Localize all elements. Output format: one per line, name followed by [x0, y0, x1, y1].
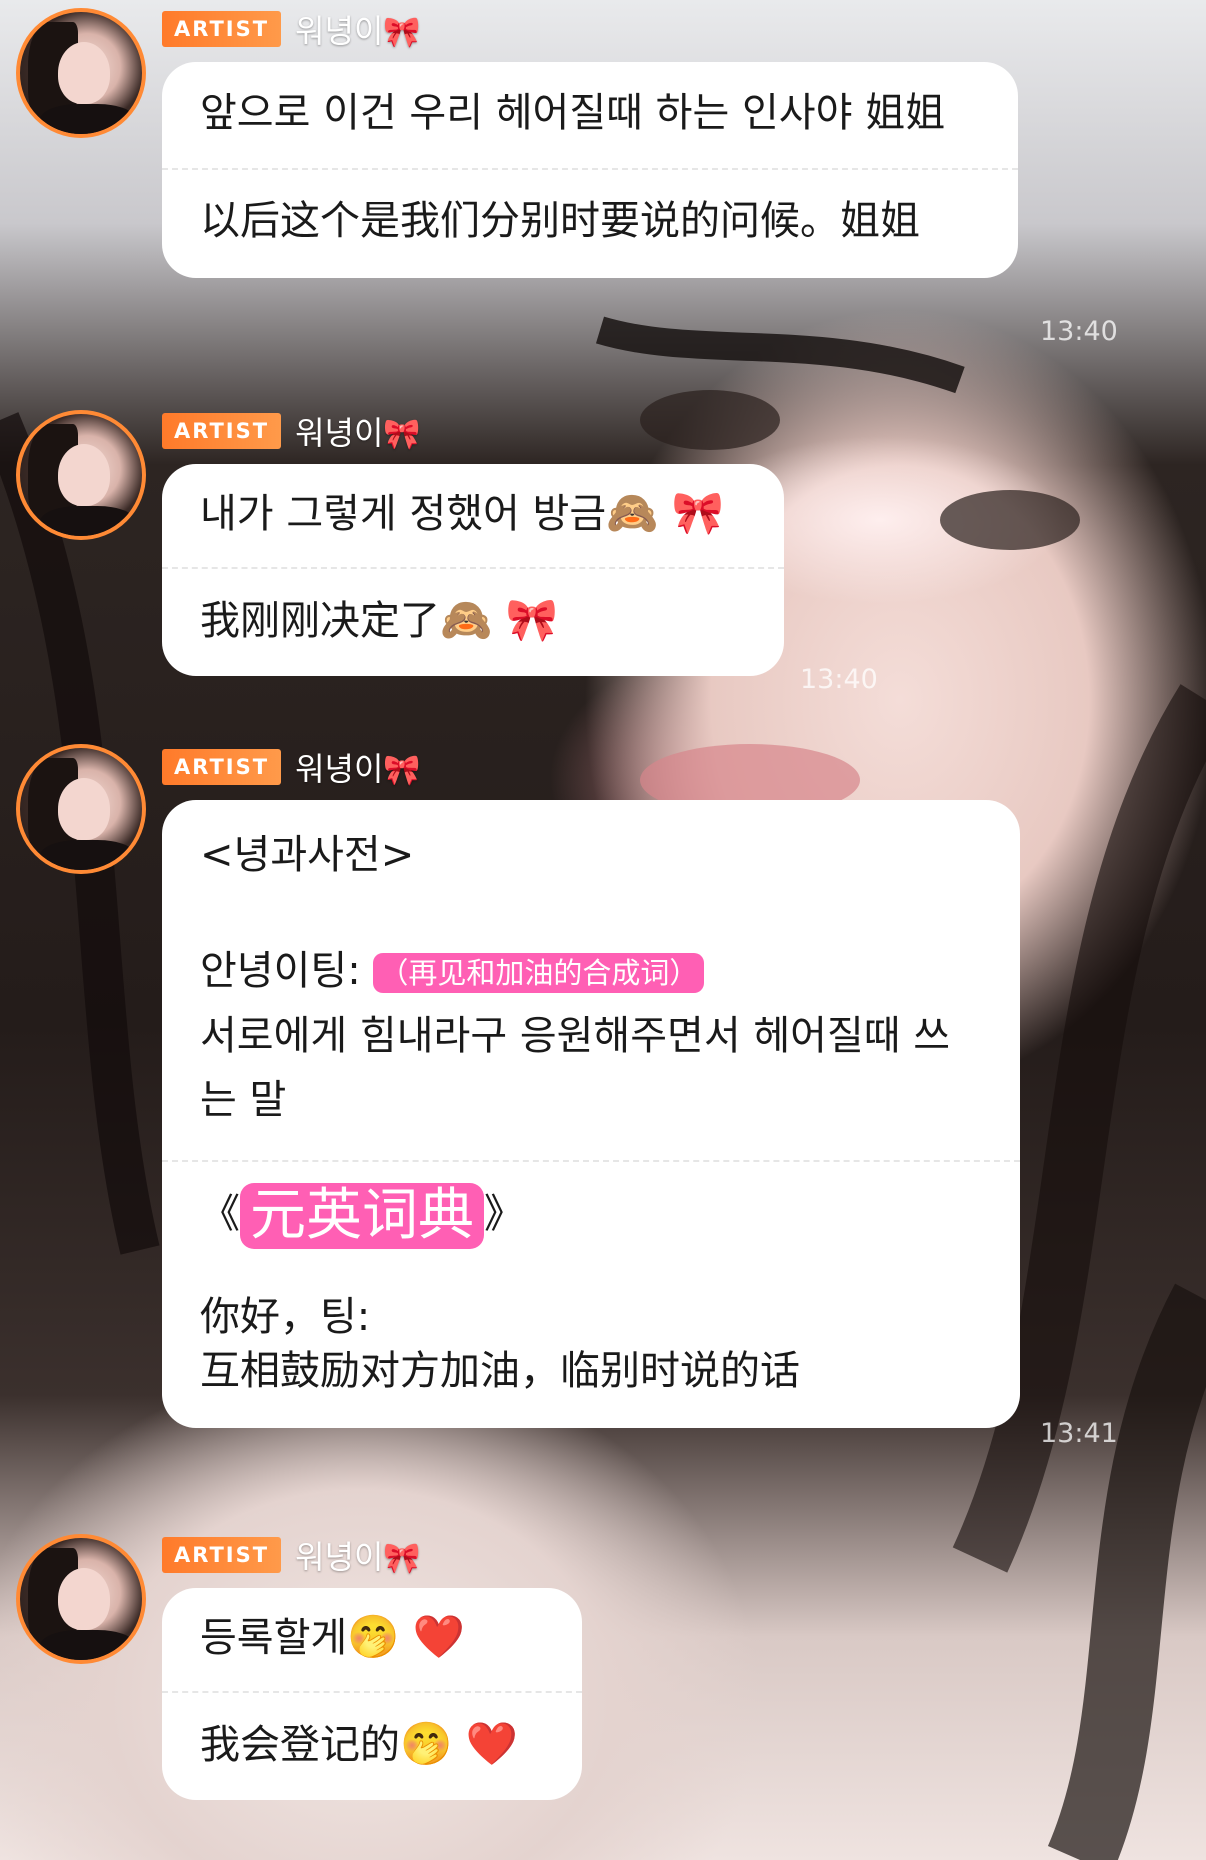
message-chinese: 以后这个是我们分别时要说的问候。姐姐	[200, 198, 920, 244]
artist-badge: ARTIST	[162, 1537, 282, 1573]
message-chinese: 我刚刚决定了🙈 🎀	[200, 595, 558, 644]
message-bubble[interactable]: <녕과사전> 안녕이팅: （再见和加油的合成词） 서로에게 힘내라구 응원해주면…	[162, 800, 1020, 1428]
message-korean: 등록할게🤭 ❤️	[200, 1612, 466, 1661]
cn-dictionary-title: 《元英词典》	[200, 1183, 524, 1249]
bow-icon: 🎀	[383, 753, 421, 788]
cn-dictionary-definition: 互相鼓励对方加油，临别时说的话	[200, 1348, 800, 1394]
bow-icon: 🎀	[383, 1541, 421, 1576]
giggle-heart-emoji-icon: 🤭 ❤️	[347, 1612, 466, 1661]
message-bubble[interactable]: 앞으로 이건 우리 헤어질때 하는 인사야 姐姐 以后这个是我们分别时要说的问候…	[162, 62, 1018, 278]
bow-icon: 🎀	[383, 15, 421, 50]
message-header: ARTIST 워녕이🎀	[162, 408, 421, 454]
message-time: 13:40	[800, 664, 878, 695]
giggle-heart-emoji-icon: 🤭 ❤️	[400, 1719, 518, 1768]
message-chinese: 我会登记的🤭 ❤️	[200, 1719, 518, 1768]
dictionary-title: <녕과사전>	[200, 832, 415, 878]
artist-badge: ARTIST	[162, 749, 282, 785]
dictionary-chinese-section: 《元英词典》 你好，팅: 互相鼓励对方加油，临别时说的话	[200, 1162, 982, 1428]
message-bubble[interactable]: 등록할게🤭 ❤️ 我会登记的🤭 ❤️	[162, 1588, 582, 1800]
artist-avatar[interactable]	[16, 744, 146, 874]
artist-avatar[interactable]	[16, 410, 146, 540]
artist-avatar[interactable]	[16, 1534, 146, 1664]
message-header: ARTIST 워녕이🎀	[162, 6, 421, 52]
message-time: 13:40	[1040, 316, 1118, 347]
monkey-bow-emoji-icon: 🙈 🎀	[440, 595, 558, 644]
message-header: ARTIST 워녕이🎀	[162, 1532, 421, 1578]
artist-badge: ARTIST	[162, 413, 282, 449]
bow-icon: 🎀	[383, 417, 421, 452]
cn-dictionary-term: 你好，팅:	[200, 1294, 371, 1340]
dictionary-term: 안녕이팅:	[200, 948, 361, 994]
cn-title-highlight: 元英词典	[240, 1183, 484, 1249]
dictionary-korean-section: <녕과사전> 안녕이팅: （再见和加油的合成词） 서로에게 힘내라구 응원해주면…	[200, 800, 982, 1160]
message-time: 13:41	[1040, 1418, 1118, 1449]
sender-name: 워녕이🎀	[295, 414, 421, 452]
artist-avatar[interactable]	[16, 8, 146, 138]
artist-badge: ARTIST	[162, 11, 282, 47]
dictionary-term-line: 안녕이팅: （再见和加油的合成词）	[200, 944, 982, 998]
message-header: ARTIST 워녕이🎀	[162, 744, 421, 790]
dictionary-definition: 서로에게 힘내라구 응원해주면서 헤어질때 쓰는 말	[200, 1013, 951, 1123]
sender-name: 워녕이🎀	[295, 12, 421, 50]
sender-name: 워녕이🎀	[295, 1538, 421, 1576]
term-note-highlight: （再见和加油的合成词）	[373, 953, 705, 993]
message-bubble[interactable]: 내가 그렇게 정했어 방금🙈 🎀 我刚刚决定了🙈 🎀	[162, 464, 784, 676]
sender-name: 워녕이🎀	[295, 750, 421, 788]
message-korean: 앞으로 이건 우리 헤어질때 하는 인사야 姐姐	[200, 90, 946, 136]
monkey-bow-emoji-icon: 🙈 🎀	[606, 488, 725, 537]
message-korean: 내가 그렇게 정했어 방금🙈 🎀	[200, 488, 725, 537]
